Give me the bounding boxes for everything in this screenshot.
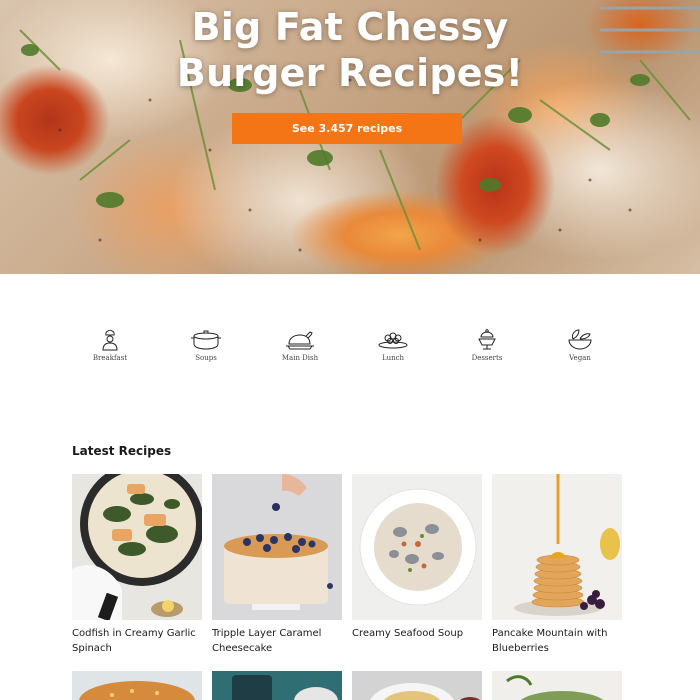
category-nav: Breakfast Soups Main Dish Lunch Desserts… bbox=[65, 328, 635, 372]
recipe-image bbox=[352, 474, 482, 620]
hero-title-line-1: Big Fat Chessy bbox=[191, 5, 509, 49]
hero-title: Big Fat Chessy Burger Recipes! bbox=[0, 4, 700, 96]
pot-icon bbox=[191, 330, 221, 350]
latest-recipes-heading: Latest Recipes bbox=[72, 444, 172, 458]
see-recipes-button[interactable]: See 3.457 recipes bbox=[232, 113, 462, 144]
recipe-image-partial[interactable] bbox=[352, 671, 482, 700]
category-label: Desserts bbox=[471, 354, 503, 362]
chef-icon bbox=[102, 329, 118, 351]
category-label: Soups bbox=[195, 354, 217, 362]
category-lunch[interactable]: Lunch bbox=[348, 328, 438, 362]
dessert-icon bbox=[478, 329, 496, 350]
category-label: Breakfast bbox=[92, 354, 128, 362]
recipe-title: Pancake Mountain with Blueberries bbox=[492, 628, 608, 654]
hero-title-line-2: Burger Recipes! bbox=[176, 51, 524, 95]
recipe-title: Codfish in Creamy Garlic Spinach bbox=[72, 628, 196, 654]
category-breakfast[interactable]: Breakfast bbox=[65, 328, 155, 362]
category-soups[interactable]: Soups bbox=[161, 328, 251, 362]
recipe-image bbox=[212, 474, 342, 620]
recipe-image-partial[interactable] bbox=[212, 671, 342, 700]
category-vegan[interactable]: Vegan bbox=[535, 328, 625, 362]
recipe-image bbox=[72, 474, 202, 620]
recipe-title: Tripple Layer Caramel Cheesecake bbox=[212, 628, 322, 654]
category-label: Lunch bbox=[381, 354, 405, 362]
category-label: Vegan bbox=[569, 354, 591, 362]
recipe-card[interactable]: Codfish in Creamy Garlic Spinach bbox=[72, 474, 202, 656]
category-label: Main Dish bbox=[281, 354, 319, 362]
salad-bowl-icon bbox=[568, 329, 592, 350]
category-main-dish[interactable]: Main Dish bbox=[255, 328, 345, 362]
recipe-card[interactable]: Pancake Mountain with Blueberries bbox=[492, 474, 622, 656]
recipe-title: Creamy Seafood Soup bbox=[352, 628, 464, 639]
recipe-image-partial[interactable] bbox=[492, 671, 622, 700]
hero-banner: Big Fat Chessy Burger Recipes! See 3.457… bbox=[0, 0, 700, 274]
roast-chicken-icon bbox=[286, 331, 314, 350]
recipe-image-partial[interactable] bbox=[72, 671, 202, 700]
recipe-image bbox=[492, 474, 622, 620]
recipe-card[interactable]: Tripple Layer Caramel Cheesecake bbox=[212, 474, 342, 656]
platter-icon bbox=[378, 332, 408, 349]
recipe-card[interactable]: Creamy Seafood Soup bbox=[352, 474, 482, 641]
category-desserts[interactable]: Desserts bbox=[442, 328, 532, 362]
